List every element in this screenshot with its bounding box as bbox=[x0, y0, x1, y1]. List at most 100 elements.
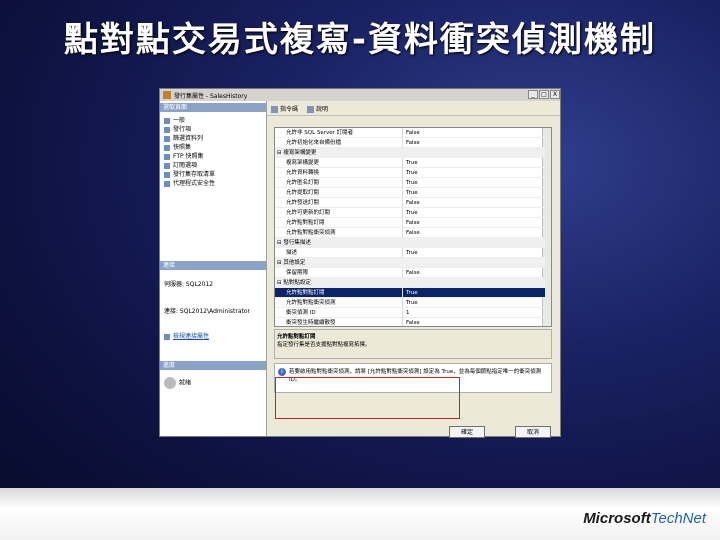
page-icon bbox=[164, 180, 170, 187]
property-name: 允許初始化來自備份檔 bbox=[286, 140, 342, 146]
close-button[interactable]: X bbox=[550, 90, 560, 99]
property-value[interactable]: False bbox=[406, 268, 420, 278]
info-icon: i bbox=[278, 368, 286, 376]
nav-item-snapshot[interactable]: 快照集 bbox=[164, 142, 191, 151]
property-value[interactable]: False bbox=[406, 318, 420, 326]
property-name: 描述 bbox=[286, 250, 298, 256]
property-name: 允許非 SQL Server 訂閱者 bbox=[286, 130, 354, 136]
minimize-button[interactable]: _ bbox=[528, 90, 538, 99]
column-separator bbox=[402, 208, 403, 218]
property-row[interactable]: 衝突發生時繼續散發 False bbox=[275, 318, 545, 326]
property-row[interactable]: 允許匿名訂閱 True bbox=[275, 178, 545, 188]
property-value[interactable]: False bbox=[406, 198, 420, 208]
property-value[interactable]: True bbox=[406, 168, 418, 178]
column-separator bbox=[402, 138, 403, 148]
property-description: 允許點對點訂閱 指定發行集是否支援點對點複寫拓撲。 bbox=[274, 329, 552, 359]
nav-item-subscription-options[interactable]: 訂閱選項 bbox=[164, 160, 197, 169]
view-connection-properties-link[interactable]: 檢視連接屬性 bbox=[164, 331, 209, 340]
property-row[interactable]: 允許資料轉換 True bbox=[275, 168, 545, 178]
property-category-row[interactable]: ⊟ 發行集描述 bbox=[275, 238, 545, 248]
property-row[interactable]: 保留期限 False bbox=[275, 268, 545, 278]
property-category-row[interactable]: ⊟ 其他設定 bbox=[275, 258, 545, 268]
property-row[interactable]: 允許點對點衝突偵測 True bbox=[275, 298, 545, 308]
slide-title: 點對點交易式複寫-資料衝突偵測機制 bbox=[63, 20, 657, 60]
connection-label: 連接: SQL2012\Administrator bbox=[164, 308, 250, 315]
description-text: 指定發行集是否支援點對點複寫拓撲。 bbox=[277, 342, 371, 348]
column-separator bbox=[402, 268, 403, 278]
column-separator bbox=[402, 128, 403, 138]
property-value[interactable]: True bbox=[406, 298, 418, 308]
category-label: ⊟ 發行集描述 bbox=[277, 240, 311, 246]
property-name: 允許點對點衝突偵測 bbox=[286, 300, 336, 306]
nav-item-access-list[interactable]: 發行集存取清單 bbox=[164, 169, 215, 178]
property-grid[interactable]: 允許非 SQL Server 訂閱者 False 允許初始化來自備份檔 False ⊟ … bbox=[274, 127, 552, 327]
toolbar: 指令碼 說明 bbox=[267, 101, 560, 116]
property-name: 允許點對點衝突偵測 bbox=[286, 230, 336, 236]
maximize-button[interactable]: □ bbox=[539, 90, 549, 99]
property-name: 複寫架構變更 bbox=[286, 160, 320, 166]
description-title: 允許點對點訂閱 bbox=[277, 334, 316, 340]
property-row[interactable]: 允許提取訂閱 True bbox=[275, 188, 545, 198]
nav-item-articles[interactable]: 發行項 bbox=[164, 124, 191, 133]
property-category-row[interactable]: ⊟ 複寫架構變更 bbox=[275, 148, 545, 158]
property-row[interactable]: 描述 True bbox=[275, 248, 545, 258]
property-value[interactable]: True bbox=[406, 208, 418, 218]
app-icon bbox=[163, 91, 171, 99]
help-button[interactable]: 說明 bbox=[307, 104, 328, 113]
server-label: 伺服器: SQL2012 bbox=[164, 281, 214, 288]
property-value[interactable]: True bbox=[406, 178, 418, 188]
nav-item-filter-rows[interactable]: 篩選資料列 bbox=[164, 133, 203, 142]
property-row[interactable]: 允許點對點訂閱 True bbox=[275, 288, 545, 298]
property-name: 允許點對點訂閱 bbox=[286, 220, 325, 226]
property-value[interactable]: True bbox=[406, 158, 418, 168]
page-icon bbox=[164, 153, 170, 160]
property-row[interactable]: 允許非 SQL Server 訂閱者 False bbox=[275, 128, 545, 138]
property-value[interactable]: False bbox=[406, 138, 420, 148]
property-value[interactable]: False bbox=[406, 228, 420, 238]
microsoft-technet-logo: MicrosoftTechNet bbox=[583, 510, 706, 527]
properties-icon bbox=[164, 333, 170, 340]
footer-band: MicrosoftTechNet bbox=[0, 488, 720, 540]
column-separator bbox=[402, 308, 403, 318]
property-row[interactable]: 允許可更新的訂閱 True bbox=[275, 208, 545, 218]
dialog-title: 發行集屬性 - SalesHistory bbox=[174, 93, 248, 100]
property-row[interactable]: 衝突偵測 ID 1 bbox=[275, 308, 545, 318]
progress-status: 就緒 bbox=[164, 377, 191, 389]
column-separator bbox=[402, 288, 403, 298]
property-value[interactable]: True bbox=[406, 248, 418, 258]
script-icon bbox=[271, 106, 278, 113]
property-row[interactable]: 複寫架構變更 True bbox=[275, 158, 545, 168]
column-separator bbox=[402, 218, 403, 228]
ok-button[interactable]: 確定 bbox=[449, 426, 485, 438]
property-row[interactable]: 允許點對點訂閱 False bbox=[275, 218, 545, 228]
property-value[interactable]: 1 bbox=[406, 308, 410, 318]
cancel-button[interactable]: 取消 bbox=[515, 426, 551, 438]
property-value[interactable]: False bbox=[406, 218, 420, 228]
page-icon bbox=[164, 117, 170, 124]
property-value[interactable]: True bbox=[406, 188, 418, 198]
property-name: 衝突發生時繼續散發 bbox=[286, 320, 336, 326]
property-value[interactable]: True bbox=[406, 288, 418, 298]
property-value[interactable]: False bbox=[406, 128, 420, 138]
property-name: 允許點對點訂閱 bbox=[286, 290, 325, 296]
property-name: 允許可更新的訂閱 bbox=[286, 210, 331, 216]
property-name: 允許提取訂閱 bbox=[286, 190, 320, 196]
column-separator bbox=[402, 318, 403, 326]
column-separator bbox=[402, 168, 403, 178]
script-button[interactable]: 指令碼 bbox=[271, 104, 298, 113]
property-category-row[interactable]: ⊟ 點對點設定 bbox=[275, 278, 545, 288]
nav-item-agent-security[interactable]: 代理程式安全性 bbox=[164, 178, 215, 187]
property-row[interactable]: 允許初始化來自備份檔 False bbox=[275, 138, 545, 148]
nav-item-ftp-snapshot[interactable]: FTP 快照集 bbox=[164, 151, 204, 160]
help-icon bbox=[307, 106, 314, 113]
property-row[interactable]: 允許點對點衝突偵測 False bbox=[275, 228, 545, 238]
progress-header: 進度 bbox=[160, 361, 266, 370]
page-icon bbox=[164, 144, 170, 151]
property-name: 衝突偵測 ID bbox=[286, 310, 316, 316]
page-icon bbox=[164, 135, 170, 142]
nav-item-general[interactable]: 一般 bbox=[164, 115, 185, 124]
category-label: ⊟ 其他設定 bbox=[277, 260, 306, 266]
highlight-box bbox=[275, 377, 460, 419]
left-pane: 選取頁面 一般 發行項 篩選資料列 快照集 FTP 快照集 訂閱選項 發行集存取… bbox=[160, 101, 267, 436]
property-row[interactable]: 允許發送訂閱 False bbox=[275, 198, 545, 208]
